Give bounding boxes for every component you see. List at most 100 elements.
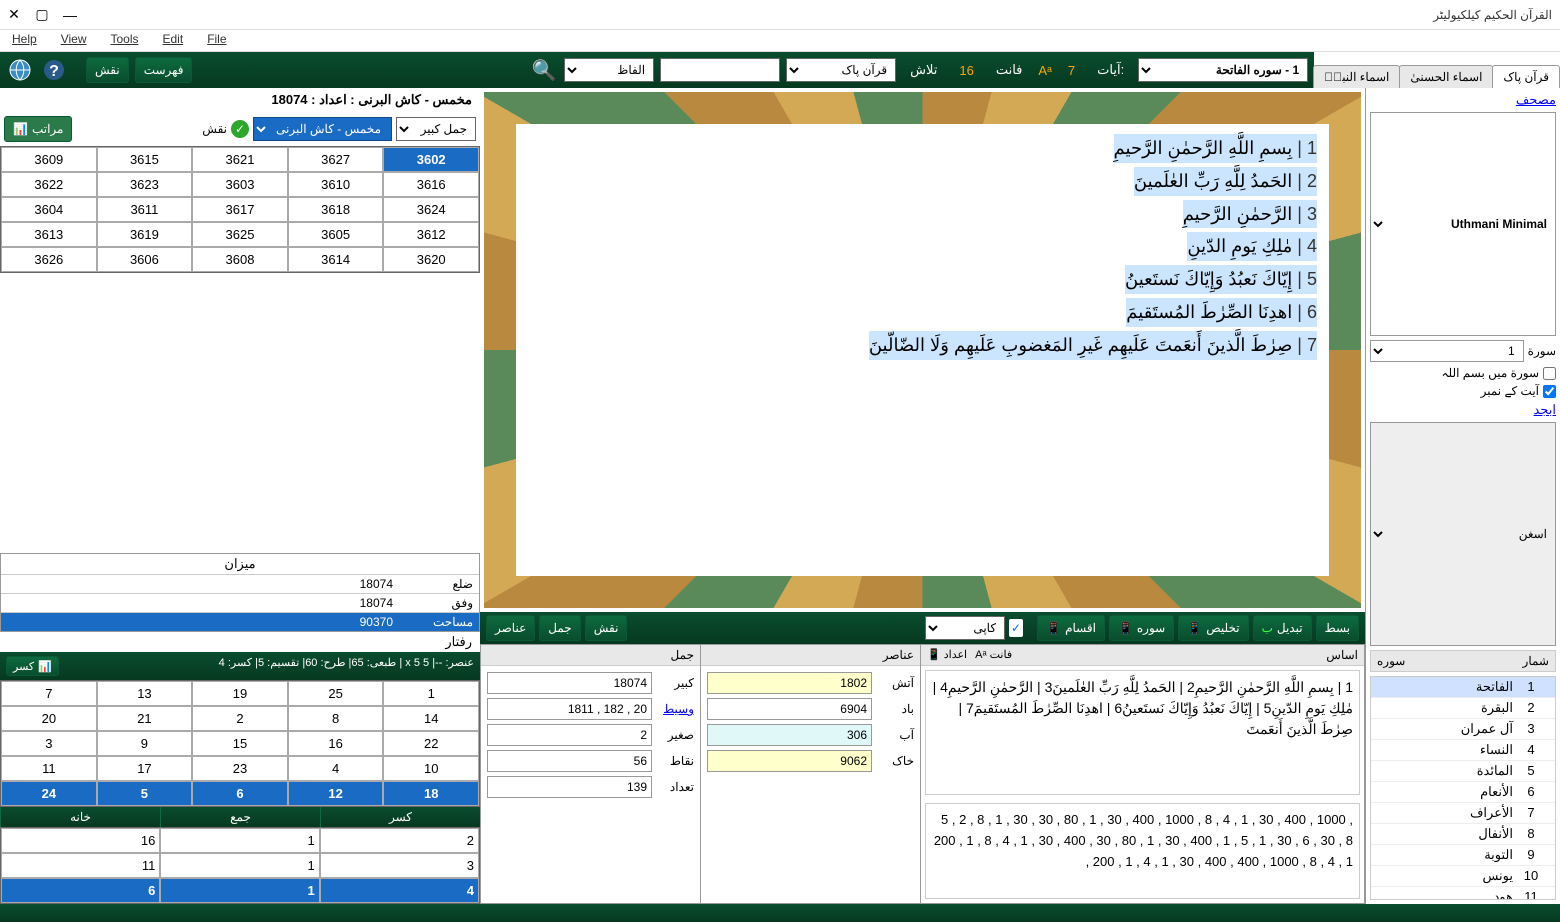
menu-tools[interactable]: Tools [106, 30, 142, 51]
grid-cell[interactable]: 3605 [288, 222, 384, 247]
grid-cell[interactable]: 3615 [97, 147, 193, 172]
method-select[interactable]: مخمس - كاش البرنى [253, 117, 392, 141]
grid-cell[interactable]: 19 [192, 681, 288, 706]
maratib-btn[interactable]: 📊 مراتب [4, 116, 72, 142]
grid-cell[interactable]: 3614 [288, 247, 384, 272]
check-icon[interactable]: ✓ [231, 120, 249, 138]
menu-file[interactable]: File [203, 30, 230, 51]
grid-cell[interactable]: 3619 [97, 222, 193, 247]
sura-list[interactable]: 1الفاتحة2البقرة3آل عمران4النساء5المائدة6… [1370, 676, 1556, 900]
jamal-input[interactable] [487, 672, 652, 694]
aqsam-btn[interactable]: 📱 اقسام [1037, 615, 1105, 641]
grid-cell[interactable]: 25 [288, 681, 384, 706]
copy-icon[interactable]: ✓ [1009, 619, 1023, 637]
grid-cell[interactable]: 3617 [192, 197, 288, 222]
grid-cell[interactable]: 20 [1, 706, 97, 731]
anasir-input[interactable] [707, 698, 872, 720]
tabdeel-btn[interactable]: ب تبدیل [1253, 615, 1312, 641]
grid-cell[interactable]: 3627 [288, 147, 384, 172]
takhlees-btn[interactable]: 📱 تخلیص [1178, 615, 1248, 641]
grid-cell[interactable]: 3616 [383, 172, 479, 197]
grid-cell[interactable]: 1 [383, 681, 479, 706]
grid-cell[interactable]: 3 [1, 731, 97, 756]
ayah-line[interactable]: 3 | الرَّحمٰنِ الرَّحيمِ [524, 198, 1321, 231]
grid-cell[interactable]: 7 [1, 681, 97, 706]
close-icon[interactable]: ✕ [8, 9, 20, 21]
grid-cell[interactable]: 23 [192, 756, 288, 781]
surah-select[interactable]: 1 - سوره الفاتحة [1138, 58, 1308, 82]
quran-text[interactable]: 1 | بِسمِ اللَّهِ الرَّحمٰنِ الرَّحيمِ2 … [516, 124, 1329, 576]
grid-cell[interactable]: 3625 [192, 222, 288, 247]
asghan-select[interactable]: اسغن [1370, 422, 1556, 646]
grid-cell[interactable]: 3622 [1, 172, 97, 197]
ayah-line[interactable]: 6 | اهدِنَا الصِّرٰطَ المُستَقيمَ [524, 296, 1321, 329]
menu-edit[interactable]: Edit [159, 30, 188, 51]
globe-icon[interactable] [6, 56, 34, 84]
grid-cell[interactable]: 22 [383, 731, 479, 756]
grid-cell[interactable]: 14 [383, 706, 479, 731]
grid-cell[interactable]: 10 [383, 756, 479, 781]
sura-row[interactable]: 11هود [1371, 887, 1555, 900]
grid-cell[interactable]: 3606 [97, 247, 193, 272]
ayah-line[interactable]: 7 | صِرٰطَ الَّذينَ أَنعَمتَ عَلَيهِم غَ… [524, 329, 1321, 362]
grid-cell[interactable]: 3604 [1, 197, 97, 222]
sura-row[interactable]: 1الفاتحة [1371, 677, 1555, 698]
sura-row[interactable]: 3آل عمران [1371, 719, 1555, 740]
sura-row[interactable]: 8الأنفال [1371, 824, 1555, 845]
search-type-select[interactable]: الفاظ [564, 58, 654, 82]
help-icon[interactable]: ? [40, 56, 68, 84]
fihrist-button[interactable]: فهرست [135, 57, 193, 83]
bast-btn[interactable]: بسط [1316, 615, 1359, 641]
font-aa-icon[interactable]: Aᵃ [1036, 63, 1054, 78]
grid-cell[interactable]: 3623 [97, 172, 193, 197]
grid-cell[interactable]: 18 [383, 781, 479, 806]
tab-asma-husna[interactable]: اسماء الحسنیٰ [1399, 65, 1493, 88]
grid-cell[interactable]: 24 [1, 781, 97, 806]
menu-help[interactable]: Help [8, 30, 41, 51]
grid-cell[interactable]: 2 [192, 706, 288, 731]
naqsh-btn[interactable]: نقش [585, 615, 628, 641]
naqsh-button[interactable]: نقش [86, 57, 129, 83]
grid-cell[interactable]: 3621 [192, 147, 288, 172]
sura-row[interactable]: 9التوبة [1371, 845, 1555, 866]
sura-row[interactable]: 5المائدة [1371, 761, 1555, 782]
surah-btn[interactable]: 📱 سوره [1109, 615, 1174, 641]
anasir-input[interactable] [707, 750, 872, 772]
surah-num-select[interactable]: 1 [1370, 340, 1524, 362]
grid-cell[interactable]: 9 [97, 731, 193, 756]
sura-row[interactable]: 10يونس [1371, 866, 1555, 887]
grid-cell[interactable]: 5 [97, 781, 193, 806]
mushaf-link[interactable]: مصحف [1370, 92, 1556, 108]
grid-cell[interactable]: 6 [192, 781, 288, 806]
abjad-link[interactable]: ابجد [1370, 402, 1556, 418]
minimize-icon[interactable]: ― [64, 9, 76, 21]
grid-cell[interactable]: 3608 [192, 247, 288, 272]
script-select[interactable]: Uthmani Minimal [1370, 112, 1556, 336]
anasir-input[interactable] [707, 672, 872, 694]
grid-cell[interactable]: 8 [288, 706, 384, 731]
grid-cell[interactable]: 3620 [383, 247, 479, 272]
grid-cell[interactable]: 4 [288, 756, 384, 781]
jamal-input[interactable] [487, 724, 652, 746]
method-type-select[interactable]: جمل کبیر [396, 117, 476, 141]
maximize-icon[interactable]: ▢ [36, 9, 48, 21]
ayah-line[interactable]: 5 | إِيّاكَ نَعبُدُ وَإِيّاكَ نَستَعينُ [524, 263, 1321, 296]
chk-ayat-num[interactable] [1543, 385, 1556, 398]
ayah-line[interactable]: 1 | بِسمِ اللَّهِ الرَّحمٰنِ الرَّحيمِ [524, 132, 1321, 165]
grid-cell[interactable]: 3618 [288, 197, 384, 222]
asas-numbers[interactable]: 5 , 2 , 8 , 1 , 30 , 30 , 80 , 1 , 30 , … [925, 803, 1360, 899]
sura-row[interactable]: 4النساء [1371, 740, 1555, 761]
jamal-input[interactable] [487, 750, 652, 772]
grid-cell[interactable]: 21 [97, 706, 193, 731]
anasir-btn[interactable]: عناصر [486, 615, 535, 641]
source-select[interactable]: قرآن پاک [786, 58, 896, 82]
adad-tool[interactable]: اعداد 📱 [927, 648, 967, 662]
asas-text[interactable]: 1 | بِسمِ اللَّهِ الرَّحمٰنِ الرَّحيمِ2 … [925, 670, 1360, 795]
menu-view[interactable]: View [57, 30, 91, 51]
grid-cell[interactable]: 3609 [1, 147, 97, 172]
kasr-btn[interactable]: 📊 کسر [6, 656, 59, 676]
grid-cell[interactable]: 3612 [383, 222, 479, 247]
grid-cell[interactable]: 16 [288, 731, 384, 756]
ayah-line[interactable]: 2 | الحَمدُ لِلَّهِ رَبِّ العٰلَمينَ [524, 165, 1321, 198]
anasir-input[interactable] [707, 724, 872, 746]
